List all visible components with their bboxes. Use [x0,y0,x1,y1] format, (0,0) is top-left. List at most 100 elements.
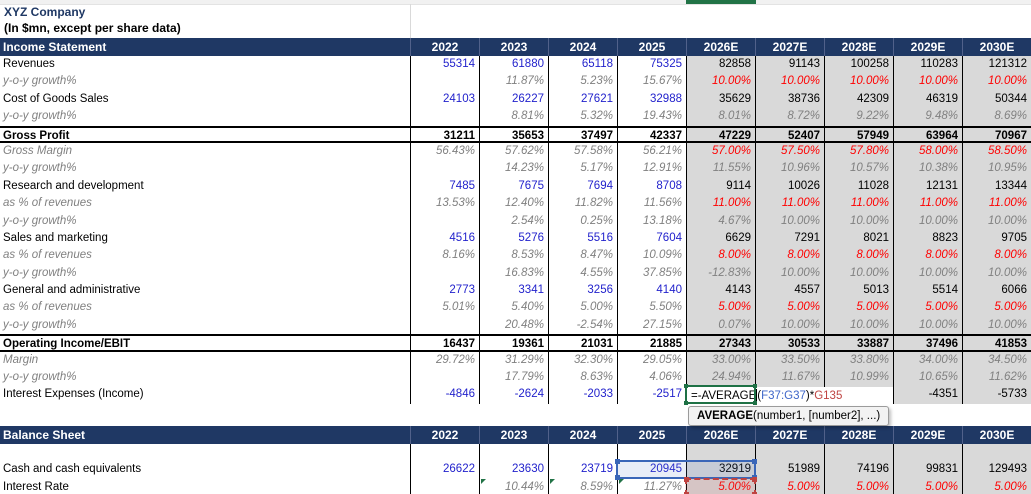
data-cell[interactable] [755,444,824,462]
row-label-cell[interactable] [0,444,410,461]
data-cell[interactable]: 10.00% [962,264,1031,283]
data-cell[interactable]: 0.25% [548,212,617,230]
data-cell[interactable]: 57.00% [686,142,755,161]
data-cell[interactable]: 11.00% [755,195,824,213]
data-cell[interactable]: 5.17% [548,160,617,178]
data-cell[interactable]: 10.99% [824,369,893,387]
column-header-strip[interactable] [0,0,1031,5]
data-cell[interactable]: 9114 [686,177,755,196]
data-cell[interactable]: 50344 [962,90,1031,109]
data-cell[interactable]: 7694 [548,177,617,196]
data-cell[interactable]: 5.00% [824,299,893,317]
data-cell[interactable]: 16.83% [479,264,548,283]
data-cell[interactable]: -2.54% [548,316,617,335]
column-header[interactable]: 2024 [548,426,617,444]
data-cell[interactable]: 10.00% [686,73,755,91]
data-cell[interactable]: -12.83% [686,264,755,283]
row-label-cell[interactable]: Cash and cash equivalents [0,461,410,478]
data-cell[interactable]: 121312 [962,56,1031,74]
data-cell[interactable]: 26622 [410,461,479,479]
row-label-cell[interactable]: as % of revenues [0,299,410,316]
data-cell[interactable]: -2033 [548,386,617,404]
data-cell[interactable]: 27343 [686,336,755,350]
error-flag-icon[interactable] [550,478,555,484]
data-cell[interactable]: 10.00% [893,73,962,91]
data-cell[interactable]: 33887 [824,336,893,350]
data-cell[interactable]: 7675 [479,177,548,196]
data-cell[interactable]: 37497 [548,127,617,142]
data-cell[interactable]: 21031 [548,336,617,350]
data-cell[interactable]: 8823 [893,229,962,248]
row-label-cell[interactable]: y-o-y growth% [0,108,410,125]
data-cell[interactable]: 11.56% [617,195,686,213]
data-cell[interactable]: -5733 [962,386,1031,404]
data-cell[interactable]: 10026 [755,177,824,196]
data-cell[interactable]: 2.54% [479,212,548,230]
data-cell[interactable]: 5.50% [617,299,686,317]
data-cell[interactable] [410,444,479,462]
column-header[interactable]: 2029E [893,38,962,56]
data-cell[interactable]: 10.00% [893,264,962,283]
data-cell[interactable]: 11.00% [824,195,893,213]
data-cell[interactable] [410,212,479,230]
data-cell[interactable] [410,369,479,387]
data-cell[interactable]: 11.55% [686,160,755,178]
row-label-cell[interactable]: y-o-y growth% [0,317,410,334]
data-cell[interactable]: -2517 [617,386,686,404]
data-cell[interactable]: 47229 [686,127,755,142]
data-cell[interactable]: 8.63% [548,369,617,387]
data-cell[interactable]: 10.00% [755,264,824,283]
row-label-cell[interactable]: Margin [0,352,410,369]
data-cell[interactable]: 58.00% [893,142,962,161]
range-handle[interactable] [752,459,757,464]
data-cell[interactable]: 8.59% [548,478,617,494]
data-cell[interactable]: 10.95% [962,160,1031,178]
data-cell[interactable]: 13344 [962,177,1031,196]
data-cell[interactable]: 33.50% [755,351,824,370]
data-cell[interactable]: 23630 [479,461,548,479]
data-cell[interactable]: 9705 [962,229,1031,248]
data-cell[interactable]: 29.72% [410,351,479,370]
row-label-cell[interactable]: Research and development [0,178,410,195]
column-header[interactable]: 2024 [548,38,617,56]
data-cell[interactable]: 9.22% [824,108,893,126]
range-handle[interactable] [684,477,689,482]
data-cell[interactable]: 5.01% [410,299,479,317]
column-header[interactable]: 2023 [479,38,548,56]
data-cell[interactable]: 51989 [755,461,824,479]
data-cell[interactable]: 8.53% [479,247,548,265]
data-cell[interactable]: 7604 [617,229,686,248]
data-cell[interactable]: 5.00% [893,478,962,494]
data-cell[interactable]: 61880 [479,56,548,74]
data-cell[interactable]: 5.00% [824,478,893,494]
data-cell[interactable]: 11.62% [962,369,1031,387]
data-cell[interactable]: 26227 [479,90,548,109]
column-header[interactable]: 2028E [824,38,893,56]
data-cell[interactable]: 8.81% [479,108,548,126]
data-cell[interactable]: 37496 [893,336,962,350]
data-cell[interactable]: 38736 [755,90,824,109]
row-label-cell[interactable]: Interest Rate [0,479,410,494]
data-cell[interactable]: 10.00% [824,212,893,230]
data-cell[interactable]: 8708 [617,177,686,196]
data-cell[interactable]: 34.50% [962,351,1031,370]
data-cell[interactable]: 6066 [962,282,1031,300]
row-label-cell[interactable]: Gross Profit [0,128,410,141]
data-cell[interactable]: 5013 [824,282,893,300]
data-cell[interactable]: 4.06% [617,369,686,387]
data-cell[interactable]: 11.82% [548,195,617,213]
data-cell[interactable]: 11.00% [893,195,962,213]
data-cell[interactable]: 11028 [824,177,893,196]
data-cell[interactable]: 11.00% [962,195,1031,213]
data-cell[interactable]: 10.65% [893,369,962,387]
data-cell[interactable]: 57.80% [824,142,893,161]
data-cell[interactable]: 42309 [824,90,893,109]
data-cell[interactable]: 7291 [755,229,824,248]
data-cell[interactable]: 56.43% [410,142,479,161]
data-cell[interactable] [893,444,962,462]
data-cell[interactable]: 10.00% [824,264,893,283]
column-header[interactable]: 2027E [755,38,824,56]
data-cell[interactable]: 10.00% [824,316,893,335]
data-cell[interactable] [617,444,686,462]
data-cell[interactable]: 29.05% [617,351,686,370]
